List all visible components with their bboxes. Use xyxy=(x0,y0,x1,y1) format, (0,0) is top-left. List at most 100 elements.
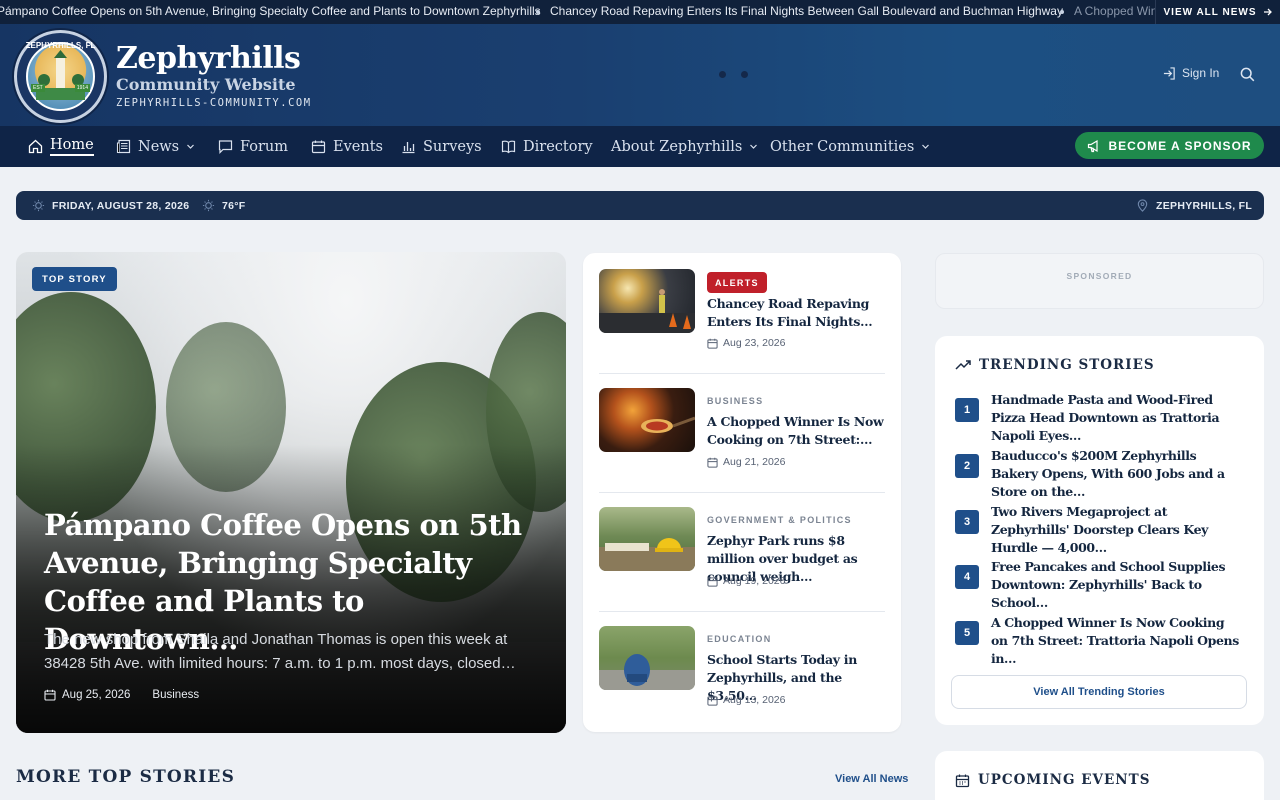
view-all-news-button[interactable]: View All News xyxy=(835,773,908,785)
story-card[interactable]: EDUCATION School Starts Today in Zephyrh… xyxy=(599,626,885,730)
weather-display: 76°F xyxy=(202,191,246,220)
ticker-separator xyxy=(1060,10,1064,14)
trending-title[interactable]: Two Rivers Megaproject at Zephyrhills' D… xyxy=(991,503,1243,557)
calendar-icon xyxy=(707,457,718,468)
nav-directory[interactable]: Directory xyxy=(501,126,593,167)
roadwork-image xyxy=(599,289,695,333)
logo-year-tag: 1914 xyxy=(74,84,90,92)
pizza-oven-image xyxy=(641,416,695,433)
trending-title[interactable]: Handmade Pasta and Wood-Fired Pizza Head… xyxy=(991,391,1243,445)
nav-surveys[interactable]: Surveys xyxy=(401,126,482,167)
book-icon xyxy=(501,140,516,154)
nav-news[interactable]: News xyxy=(116,126,195,167)
story-date-text: Aug 19, 2026 xyxy=(723,575,786,587)
hero-description: The new shop from Shaila and Jonathan Th… xyxy=(44,631,516,672)
trending-rank: 5 xyxy=(955,621,979,645)
calendar-icon xyxy=(311,140,326,154)
story-date-text: Aug 21, 2026 xyxy=(723,456,786,468)
carousel-dot[interactable] xyxy=(719,71,726,78)
view-all-news-link[interactable]: VIEW ALL NEWS xyxy=(1155,0,1280,24)
nav-other-communities[interactable]: Other Communities xyxy=(770,126,930,167)
trending-item[interactable]: 2 Bauducco's $200M Zephyrhills Bakery Op… xyxy=(955,447,1245,499)
trending-rank: 3 xyxy=(955,510,979,534)
search-icon[interactable] xyxy=(1240,67,1255,82)
story-date: Aug 23, 2026 xyxy=(707,337,785,349)
story-category-alert-badge[interactable]: ALERTS xyxy=(707,272,767,293)
carousel-dot[interactable] xyxy=(741,71,748,78)
nav-home[interactable]: Home xyxy=(28,126,94,167)
current-temperature: 76°F xyxy=(222,199,246,212)
chevron-down-icon xyxy=(922,144,930,149)
become-sponsor-label: BECOME A SPONSOR xyxy=(1108,138,1252,153)
sponsored-label: SPONSORED xyxy=(1066,271,1133,281)
story-category[interactable]: GOVERNMENT & POLITICS xyxy=(707,515,852,525)
story-title[interactable]: Chancey Road Repaving Enters Its Final N… xyxy=(707,295,887,331)
trending-title[interactable]: Bauducco's $200M Zephyrhills Bakery Open… xyxy=(991,447,1243,501)
tower-icon xyxy=(36,50,85,100)
arrow-right-icon xyxy=(1263,8,1272,16)
story-card[interactable]: ALERTS Chancey Road Repaving Enters Its … xyxy=(599,269,885,373)
site-header: EST 1914 ZEPHYRHILLS, FL Zephyrhills Com… xyxy=(0,24,1280,126)
date-weather-bar: FRIDAY, AUGUST 28, 2026 76°F ZEPHYRHILLS… xyxy=(16,191,1264,220)
megaphone-icon xyxy=(1088,139,1099,152)
logo-emblem: EST 1914 xyxy=(26,42,95,111)
story-divider xyxy=(599,611,885,612)
trending-item[interactable]: 3 Two Rivers Megaproject at Zephyrhills'… xyxy=(955,503,1245,555)
location-display: ZEPHYRHILLS, FL xyxy=(1136,191,1252,220)
story-category[interactable]: BUSINESS xyxy=(707,396,763,406)
nav-about-label: About Zephyrhills xyxy=(611,138,743,155)
hero-meta: Aug 25, 2026 Business xyxy=(44,689,199,701)
hero-date: Aug 25, 2026 xyxy=(62,689,131,701)
trending-item[interactable]: 1 Handmade Pasta and Wood-Fired Pizza He… xyxy=(955,391,1245,443)
calendar-icon xyxy=(955,774,970,787)
story-date: Aug 19, 2026 xyxy=(707,575,785,587)
home-icon xyxy=(28,139,43,154)
trending-title[interactable]: A Chopped Winner Is Now Cooking on 7th S… xyxy=(991,614,1243,668)
sign-in-icon xyxy=(1163,66,1175,80)
trending-rank: 4 xyxy=(955,565,979,589)
sponsored-slot[interactable]: SPONSORED xyxy=(935,253,1264,309)
nav-events-label: Events xyxy=(333,138,383,155)
story-divider xyxy=(599,492,885,493)
story-card[interactable]: GOVERNMENT & POLITICS Zephyr Park runs $… xyxy=(599,507,885,611)
ticker-item[interactable]: A Chopped Winner Is Now Cooking on 7th S… xyxy=(1074,4,1155,18)
ticker-item[interactable]: Pámpano Coffee Opens on 5th Avenue, Brin… xyxy=(0,4,541,18)
calendar-icon xyxy=(707,338,718,349)
story-category[interactable]: EDUCATION xyxy=(707,634,772,644)
site-logo[interactable]: EST 1914 ZEPHYRHILLS, FL xyxy=(14,30,107,123)
chevron-down-icon xyxy=(187,144,195,149)
story-title[interactable]: A Chopped Winner Is Now Cooking on 7th S… xyxy=(707,413,887,449)
construction-image xyxy=(599,538,695,571)
nav-surveys-label: Surveys xyxy=(423,138,482,155)
ticker-item[interactable]: Chancey Road Repaving Enters Its Final N… xyxy=(550,4,1063,18)
site-title[interactable]: Zephyrhills xyxy=(116,41,301,76)
trending-up-icon xyxy=(955,360,971,370)
date-display: FRIDAY, AUGUST 28, 2026 xyxy=(32,191,189,220)
logo-ring-text: ZEPHYRHILLS, FL xyxy=(25,41,96,50)
nav-forum[interactable]: Forum xyxy=(218,126,288,167)
trending-item[interactable]: 5 A Chopped Winner Is Now Cooking on 7th… xyxy=(955,614,1245,666)
nav-news-label: News xyxy=(138,138,180,155)
story-card[interactable]: BUSINESS A Chopped Winner Is Now Cooking… xyxy=(599,388,885,492)
current-date: FRIDAY, AUGUST 28, 2026 xyxy=(52,199,190,212)
nav-home-label: Home xyxy=(50,137,94,156)
story-thumbnail xyxy=(599,388,695,452)
view-all-trending-button[interactable]: View All Trending Stories xyxy=(951,675,1247,709)
upcoming-events-title: UPCOMING EVENTS xyxy=(978,772,1151,788)
become-sponsor-button[interactable]: BECOME A SPONSOR xyxy=(1075,132,1264,159)
trending-title[interactable]: Free Pancakes and School Supplies Downto… xyxy=(991,558,1243,612)
story-thumbnail xyxy=(599,269,695,333)
sign-in-link[interactable]: Sign In xyxy=(1163,66,1219,80)
hero-category[interactable]: Business xyxy=(152,689,199,701)
nav-events[interactable]: Events xyxy=(311,126,383,167)
nav-about[interactable]: About Zephyrhills xyxy=(611,126,758,167)
trending-item[interactable]: 4 Free Pancakes and School Supplies Down… xyxy=(955,558,1245,610)
site-subtitle: Community Website xyxy=(116,75,296,94)
more-top-stories-heading: MORE TOP STORIES xyxy=(16,767,236,787)
calendar-icon xyxy=(44,689,56,701)
backpack-image xyxy=(599,654,695,690)
upcoming-events-heading: UPCOMING EVENTS xyxy=(955,772,1150,788)
ticker-separator xyxy=(536,10,540,14)
logo-est-tag: EST xyxy=(31,84,45,92)
chat-icon xyxy=(218,140,233,154)
